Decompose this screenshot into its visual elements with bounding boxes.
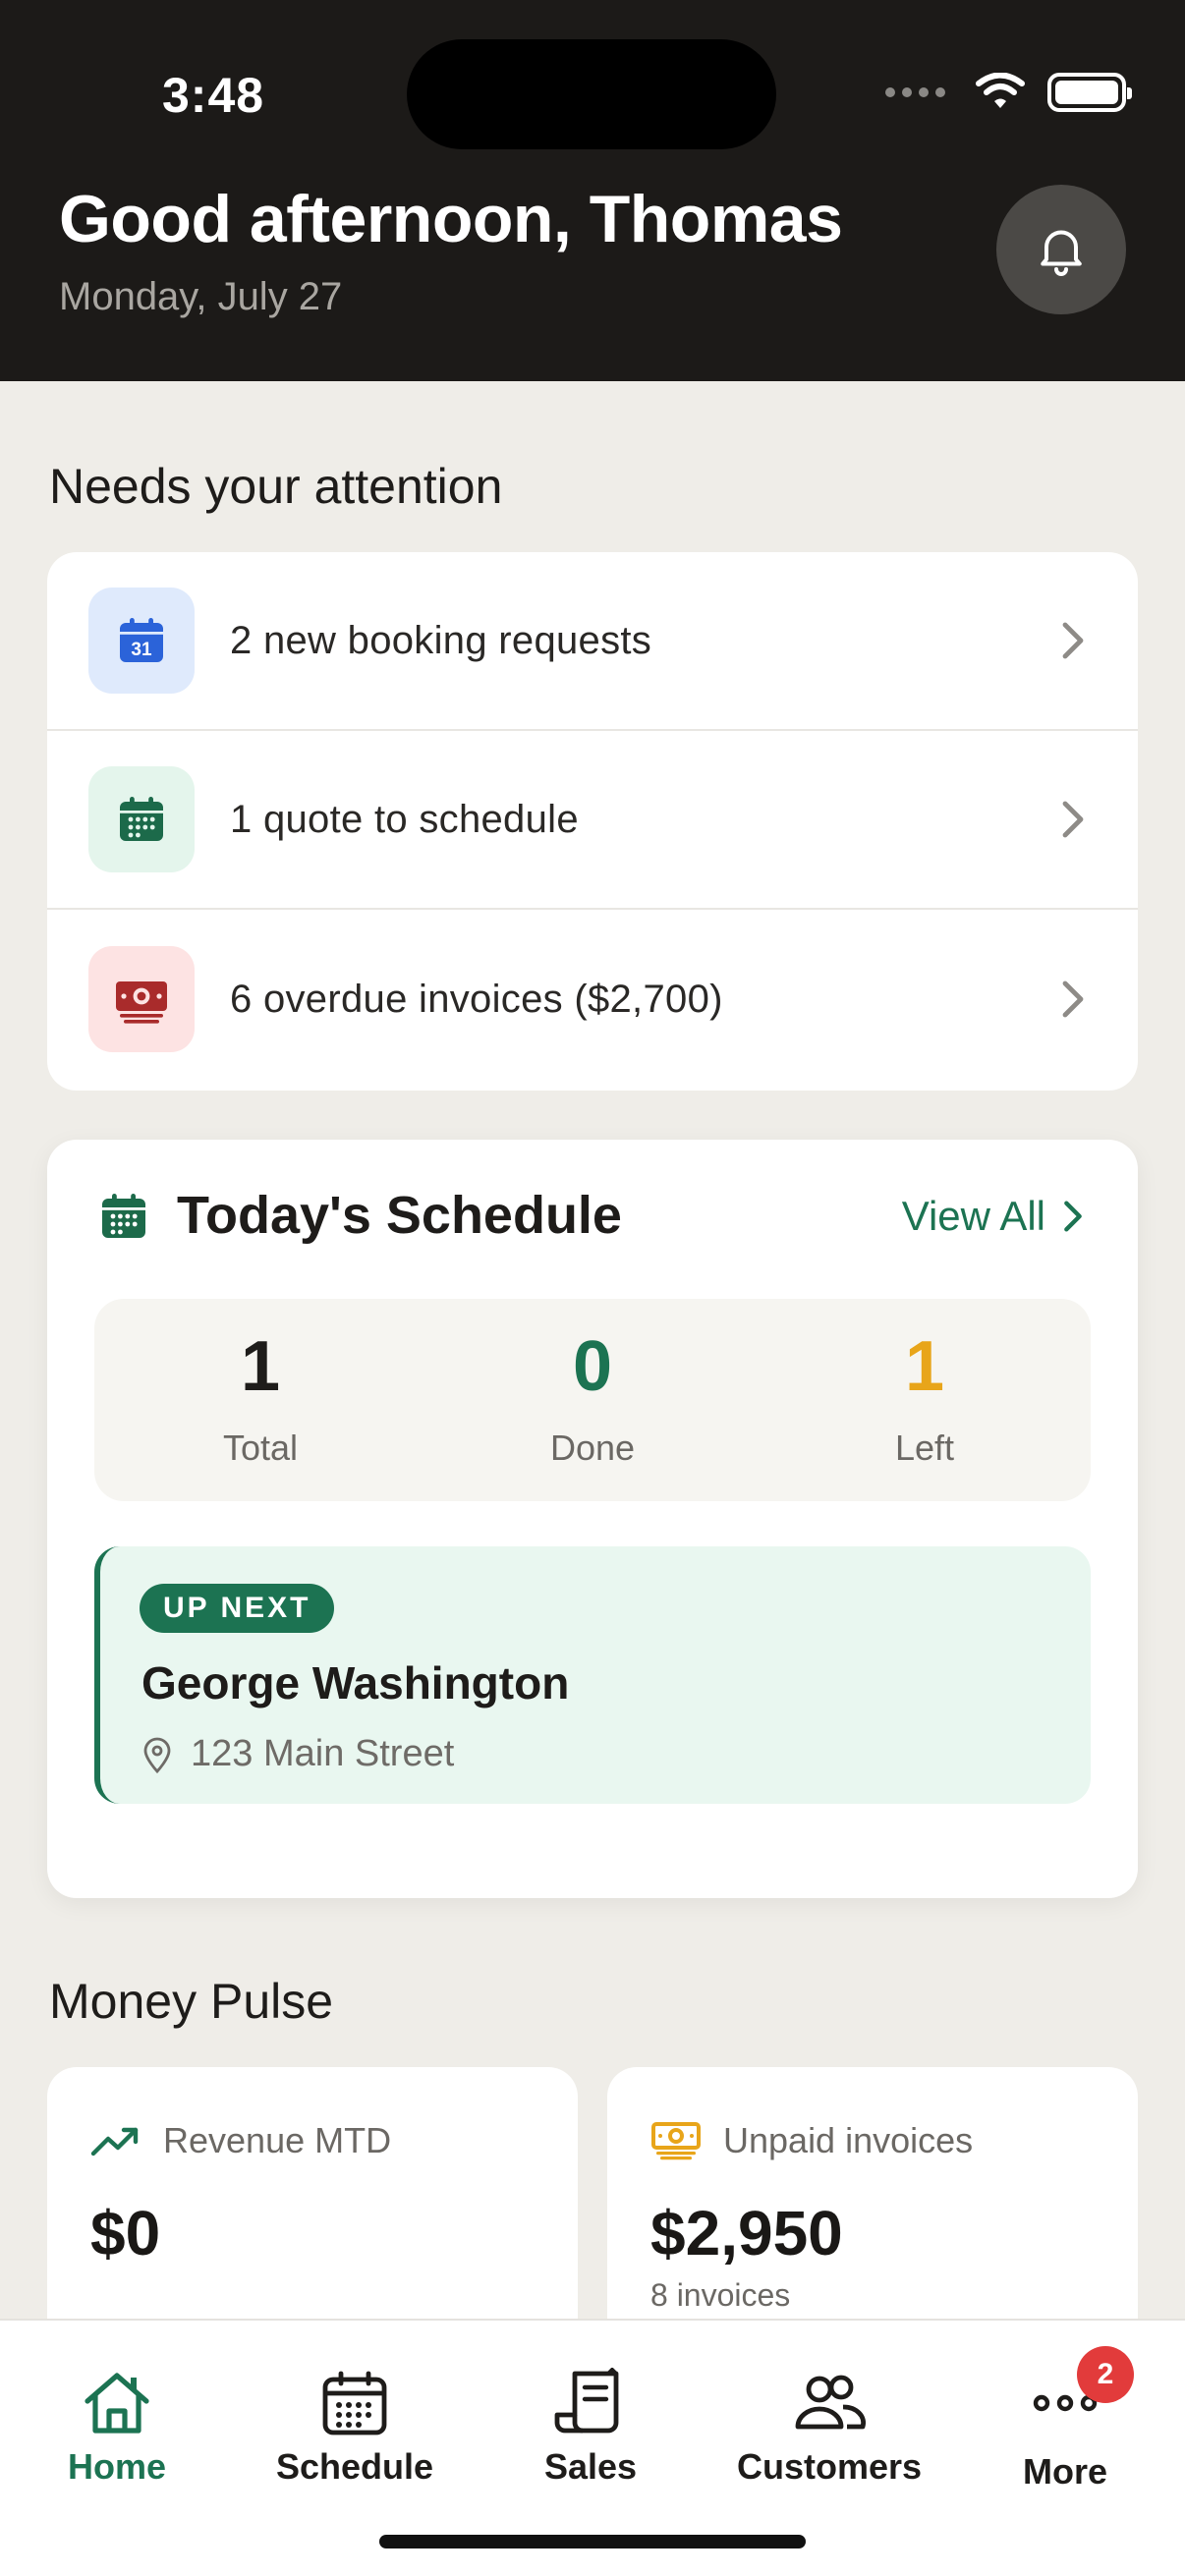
money-label: Unpaid invoices xyxy=(723,2120,974,2160)
stat-label: Done xyxy=(549,1428,636,1468)
tab-more[interactable]: 2 More xyxy=(967,2346,1163,2492)
calendar-grid-icon xyxy=(88,766,195,872)
chevron-right-icon xyxy=(1062,980,1084,1018)
calendar-31-icon: 31 xyxy=(88,588,195,694)
stat-label: Total xyxy=(222,1428,299,1468)
svg-text:31: 31 xyxy=(131,640,152,660)
money-value: $0 xyxy=(90,2198,161,2268)
home-indicator xyxy=(379,2535,806,2548)
schedule-stats: 1 Total 0 Done 1 Left xyxy=(94,1299,1091,1501)
tab-sales[interactable]: Sales xyxy=(492,2368,689,2488)
notification-badge: 2 xyxy=(1077,2346,1134,2403)
current-date: Monday, July 27 xyxy=(59,275,343,318)
stat-total: 1 Total xyxy=(94,1299,426,1501)
money-head: Revenue MTD xyxy=(90,2120,391,2161)
attention-title: Needs your attention xyxy=(49,459,503,514)
stat-left: 1 Left xyxy=(759,1299,1091,1501)
stat-value: 0 xyxy=(572,1327,613,1406)
tab-home[interactable]: Home xyxy=(19,2368,215,2488)
att-label: 1 quote to schedule xyxy=(230,797,579,841)
calendar-grid-icon xyxy=(102,1194,145,1238)
tab-customers[interactable]: Customers xyxy=(731,2368,928,2488)
schedule-title: Today's Schedule xyxy=(177,1186,622,1245)
chevron-right-icon xyxy=(1064,1201,1082,1232)
customer-name: George Washington xyxy=(141,1657,570,1708)
view-all-link[interactable]: View All xyxy=(902,1193,1083,1240)
money-title: Money Pulse xyxy=(49,1974,334,2029)
up-next-card[interactable]: UP NEXT George Washington 123 Main Stree… xyxy=(94,1546,1091,1804)
cash-icon xyxy=(651,2122,701,2160)
chevron-right-icon xyxy=(1062,801,1084,838)
address-text: 123 Main Street xyxy=(191,1733,455,1774)
customer-address: 123 Main Street xyxy=(141,1733,454,1775)
tab-label: Customers xyxy=(736,2446,923,2487)
overdue-invoices-row[interactable]: 6 overdue invoices ($2,700) xyxy=(47,910,1138,1089)
home-icon xyxy=(85,2373,149,2434)
calendar-icon xyxy=(322,2371,387,2436)
tab-label: Schedule xyxy=(275,2446,434,2487)
status-icons xyxy=(885,73,1132,112)
signal-icon xyxy=(885,87,945,97)
stat-value: 1 xyxy=(240,1327,281,1406)
schedule-card: Today's Schedule View All 1 Total 0 Done… xyxy=(47,1140,1138,1898)
trend-up-icon xyxy=(90,2127,139,2156)
tab-label: Home xyxy=(67,2446,167,2487)
dynamic-island xyxy=(407,39,776,149)
notifications-button[interactable] xyxy=(996,185,1126,314)
stat-done: 0 Done xyxy=(426,1299,759,1501)
chevron-right-icon xyxy=(1062,622,1084,659)
money-sub: 8 invoices xyxy=(650,2277,791,2313)
status-time: 3:48 xyxy=(162,68,265,123)
attention-card: 31 2 new booking requests 1 quote to sch… xyxy=(47,552,1138,1091)
att-label: 2 new booking requests xyxy=(230,618,652,662)
stat-value: 1 xyxy=(904,1327,945,1406)
money-value: $2,950 xyxy=(650,2198,843,2268)
receipt-icon xyxy=(554,2368,619,2434)
tab-label: More xyxy=(1022,2451,1107,2492)
wifi-icon xyxy=(976,73,1025,108)
location-pin-icon xyxy=(143,1737,171,1773)
header: 3:48 Good afternoon, Thomas Monday, July… xyxy=(0,0,1185,381)
people-icon xyxy=(795,2375,866,2430)
view-all-label: View All xyxy=(901,1193,1045,1239)
app-screen: 3:48 Good afternoon, Thomas Monday, July… xyxy=(0,0,1185,2576)
stat-label: Left xyxy=(894,1428,955,1468)
money-label: Revenue MTD xyxy=(163,2120,392,2160)
booking-requests-row[interactable]: 31 2 new booking requests xyxy=(47,552,1138,731)
money-head: Unpaid invoices xyxy=(650,2120,973,2161)
battery-icon xyxy=(1047,73,1132,112)
up-next-badge: UP NEXT xyxy=(140,1584,335,1633)
cash-icon xyxy=(88,946,195,1052)
att-label: 6 overdue invoices ($2,700) xyxy=(230,977,723,1021)
tab-schedule[interactable]: Schedule xyxy=(256,2368,453,2488)
tab-label: Sales xyxy=(543,2446,638,2487)
greeting-title: Good afternoon, Thomas xyxy=(59,182,843,256)
bell-icon xyxy=(1041,230,1082,276)
quote-schedule-row[interactable]: 1 quote to schedule xyxy=(47,731,1138,910)
